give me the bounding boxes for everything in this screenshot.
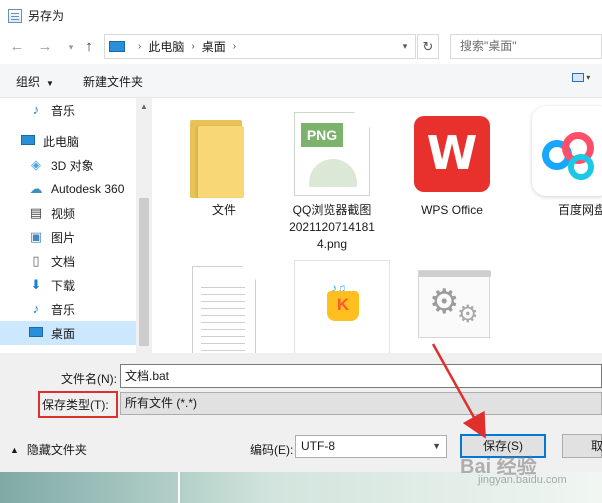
hide-folders-toggle[interactable]: ▲ 隐藏文件夹	[10, 441, 87, 458]
file-item-baidu[interactable]: 百度网盘	[532, 202, 602, 219]
hide-folders-label: 隐藏文件夹	[26, 443, 87, 457]
sidebar-item-label: 此电脑	[43, 134, 80, 149]
sidebar-item-pictures[interactable]: ▣ 图片	[0, 225, 136, 249]
documents-icon: ▯	[32, 253, 40, 268]
recent-locations-chevron-icon[interactable]: ▾	[62, 37, 80, 57]
gear-icon: ⚙	[457, 301, 479, 328]
file-item-wps[interactable]: WPS Office	[402, 202, 502, 219]
sidebar-item-3d-objects[interactable]: ◈ 3D 对象	[0, 153, 136, 177]
folder-icon[interactable]	[190, 120, 244, 198]
file-label: 文件	[211, 203, 236, 217]
filetype-label: 保存类型(T):	[42, 398, 109, 412]
filename-label: 文件名(N):	[61, 372, 117, 386]
file-label: 百度网盘	[558, 203, 602, 217]
sidebar-item-documents[interactable]: ▯ 文档	[0, 249, 136, 273]
sidebar-item-label: 音乐	[51, 302, 76, 317]
encoding-label: 编码(E):	[250, 443, 294, 457]
baidu-netdisk-icon[interactable]	[532, 106, 602, 196]
file-label-line: QQ浏览器截图	[292, 203, 372, 217]
sidebar-item-label: Autodesk 360	[51, 182, 125, 196]
kugou-music-icon[interactable]: ♪♫ K	[294, 260, 390, 353]
forward-arrow-icon[interactable]: →	[36, 37, 54, 57]
settings-file-icon[interactable]: ⚙ ⚙	[418, 270, 491, 338]
organize-label: 组织	[16, 75, 41, 89]
chevron-up-icon: ▲	[10, 444, 19, 455]
watermark-url: jingyan.baidu.com	[478, 474, 567, 486]
file-item-png[interactable]: QQ浏览器截图 2021120714181 4.png	[282, 202, 382, 253]
sidebar-item-autodesk-360[interactable]: ☁ Autodesk 360	[0, 177, 136, 201]
download-icon: ⬇	[30, 277, 42, 292]
change-view-button[interactable]: ▾	[572, 73, 594, 87]
png-image-icon[interactable]: PNG	[294, 112, 370, 196]
this-pc-icon	[109, 41, 125, 52]
breadcrumb-this-pc[interactable]: 此电脑	[148, 38, 184, 55]
breadcrumb-separator-icon: ›	[191, 41, 195, 52]
encoding-value: UTF-8	[301, 439, 335, 453]
video-icon: ▤	[29, 205, 43, 220]
up-arrow-icon[interactable]: ↑	[80, 37, 98, 57]
view-icon	[572, 73, 584, 83]
filetype-select[interactable]: 所有文件 (*.*)	[120, 392, 602, 415]
music-note-icon: ♪	[32, 102, 40, 117]
window-title: 另存为	[28, 9, 65, 23]
address-dropdown-icon[interactable]: ▾	[395, 35, 415, 58]
command-toolbar: 组织 ▼ 新建文件夹 ▾	[0, 64, 602, 98]
new-folder-button[interactable]: 新建文件夹	[83, 73, 143, 90]
breadcrumb-separator-icon: ›	[232, 41, 237, 52]
sidebar-item-videos[interactable]: ▤ 视频	[0, 201, 136, 225]
music-note-icon: ♪	[32, 301, 40, 316]
file-label-line: 2021120714181	[289, 220, 375, 234]
sidebar-item-desktop[interactable]: 桌面	[0, 321, 136, 345]
wps-office-icon[interactable]: W	[414, 116, 490, 192]
chevron-down-icon: ▼	[46, 79, 54, 88]
gear-icon: ⚙	[429, 283, 460, 321]
sidebar-item-downloads[interactable]: ⬇ 下载	[0, 273, 136, 297]
sidebar-item-music-2[interactable]: ♪ 音乐	[0, 297, 136, 321]
sidebar-item-label: 视频	[51, 206, 76, 221]
refresh-icon[interactable]: ↻	[417, 34, 439, 59]
navigation-pane: ♪ 音乐 此电脑 ◈ 3D 对象 ☁ Autodesk 360 ▤ 视频 ▣ 图…	[0, 98, 152, 353]
sidebar-item-label: 下载	[51, 278, 76, 293]
file-item-folder[interactable]: 文件	[174, 202, 274, 219]
image-mountain-icon	[309, 159, 357, 187]
file-label-line: 4.png	[316, 237, 348, 251]
sidebar-item-music[interactable]: ♪ 音乐	[0, 98, 136, 122]
title-bar: 另存为	[0, 0, 602, 31]
file-label: WPS Office	[421, 203, 483, 217]
sidebar-item-label: 图片	[51, 230, 76, 245]
sidebar-item-label: 文档	[51, 254, 76, 269]
organize-button[interactable]: 组织 ▼	[16, 73, 54, 90]
text-document-icon[interactable]	[192, 266, 256, 353]
search-input[interactable]: 搜索"桌面"	[450, 34, 602, 59]
desktop-icon	[28, 325, 44, 341]
sidebar-item-label: 桌面	[51, 326, 76, 341]
breadcrumb-desktop[interactable]: 桌面	[202, 38, 226, 55]
sidebar-scrollbar[interactable]: ▲	[136, 98, 152, 353]
chevron-down-icon: ▼	[432, 441, 441, 451]
file-list: 文件 PNG QQ浏览器截图 2021120714181 4.png W WPS…	[152, 98, 602, 353]
3d-objects-icon: ◈	[31, 157, 41, 172]
cancel-button[interactable]: 取	[562, 434, 602, 458]
save-as-window-icon	[8, 8, 22, 23]
encoding-select[interactable]: UTF-8 ▼	[295, 435, 447, 458]
pictures-icon: ▣	[29, 229, 43, 244]
computer-icon	[20, 133, 36, 149]
address-row: ← → ▾ ↑ › 此电脑 › 桌面 › ▾ ↻ 搜索"桌面"	[0, 33, 602, 61]
back-arrow-icon[interactable]: ←	[8, 37, 26, 57]
sidebar-item-label: 3D 对象	[51, 158, 94, 173]
autodesk-cloud-icon: ☁	[29, 181, 43, 196]
scroll-up-arrow-icon[interactable]: ▲	[140, 102, 148, 111]
sidebar-item-this-pc[interactable]: 此电脑	[0, 129, 136, 153]
breadcrumb-separator-icon: ›	[138, 41, 142, 52]
filename-input[interactable]: 文档.bat	[120, 364, 602, 388]
scrollbar-thumb[interactable]	[139, 198, 149, 346]
address-bar[interactable]: › 此电脑 › 桌面 › ▾	[104, 34, 416, 59]
png-tag: PNG	[301, 123, 343, 147]
sidebar-item-label: 音乐	[51, 103, 76, 118]
